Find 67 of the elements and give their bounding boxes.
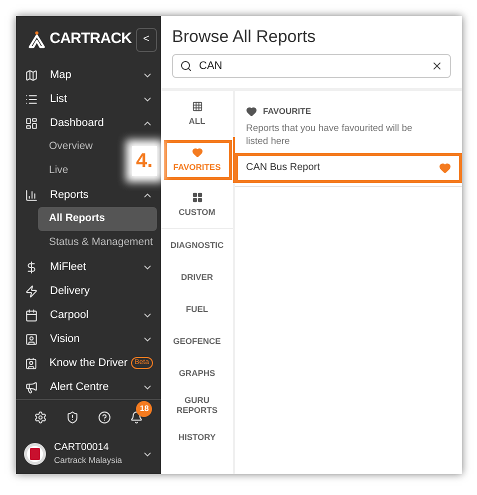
calendar-icon — [25, 308, 38, 322]
category-tab[interactable]: GEOFENCE — [161, 325, 233, 357]
nav-label: MiFleet — [50, 260, 86, 275]
nav-item[interactable]: MiFleet — [16, 255, 161, 279]
nav-label: Know the Driver — [49, 356, 128, 371]
map-icon — [25, 68, 38, 82]
megaphone-icon — [25, 380, 38, 394]
nav-subitem[interactable]: Overview — [38, 135, 93, 159]
nav-item[interactable]: Dashboard — [16, 111, 161, 135]
user-company: Cartrack Malaysia — [54, 454, 122, 467]
heart-icon — [192, 146, 202, 158]
page-title: Browse All Reports — [172, 26, 317, 48]
id-card-icon — [25, 356, 38, 370]
section-description: Reports that you have favourited will be listed here — [246, 122, 414, 148]
nav-item[interactable]: Delivery — [16, 279, 161, 303]
nav-item[interactable]: Reports — [16, 183, 161, 207]
nav-label: Dashboard — [50, 116, 104, 131]
shield-icon[interactable] — [66, 410, 79, 424]
grid-icon — [192, 100, 202, 112]
list-icon — [25, 92, 38, 106]
step-label: 4. — [132, 146, 157, 176]
nav-subitem[interactable]: Live — [38, 159, 68, 183]
bar-chart-icon — [25, 188, 38, 202]
nav-label: Vision — [50, 332, 80, 347]
user-name: CART00014 — [54, 441, 110, 454]
category-tab[interactable]: DIAGNOSTIC — [161, 229, 233, 261]
nav-item[interactable]: Alert Centre — [16, 375, 161, 399]
lightning-icon — [25, 284, 38, 298]
nav-label: Carpool — [50, 308, 89, 323]
category-tab[interactable]: DRIVER — [161, 261, 233, 293]
category-tab[interactable]: CUSTOM — [161, 183, 233, 229]
clear-icon[interactable] — [431, 60, 443, 72]
search-field[interactable]: CAN — [172, 54, 451, 78]
nav-item[interactable]: Map — [16, 63, 161, 87]
nav-item[interactable]: Vision — [16, 327, 161, 351]
category-tab[interactable]: HISTORY — [161, 421, 233, 453]
nav-item[interactable]: List — [16, 87, 161, 111]
nav-subitem[interactable]: Status & Management — [38, 231, 153, 255]
nav-label: Delivery — [50, 284, 90, 299]
category-tab[interactable]: GRAPHS — [161, 357, 233, 389]
nav-subitem[interactable]: All Reports — [38, 207, 157, 231]
nav-item[interactable]: Carpool — [16, 303, 161, 327]
category-tab[interactable]: FUEL — [161, 293, 233, 325]
heart-icon[interactable] — [439, 162, 451, 174]
help-icon[interactable] — [98, 410, 112, 424]
section-title: FAVOURITE — [263, 105, 312, 118]
logo-text: CARTRACK — [50, 29, 132, 50]
search-value: CAN — [199, 58, 222, 74]
report-row[interactable]: CAN Bus Report — [235, 152, 462, 183]
nav-label: List — [50, 92, 68, 107]
notification-badge: 18 — [136, 400, 152, 416]
bell-icon[interactable] — [130, 410, 144, 424]
nav-label: Map — [50, 68, 72, 83]
dashboard-icon — [25, 116, 38, 130]
logo-icon — [28, 30, 46, 50]
avatar — [24, 443, 46, 465]
category-tab[interactable]: ALL — [161, 91, 233, 137]
report-name: CAN Bus Report — [246, 161, 320, 176]
dollar-icon — [25, 260, 38, 274]
nav-label: Reports — [50, 188, 89, 203]
category-tab[interactable]: GURU REPORTS — [161, 389, 233, 421]
nav-label: Alert Centre — [50, 380, 109, 395]
settings-icon[interactable] — [34, 410, 47, 424]
add-grid-icon — [192, 192, 202, 204]
collapse-button[interactable]: < — [136, 28, 157, 52]
search-icon — [180, 60, 192, 72]
heart-icon — [246, 106, 257, 117]
